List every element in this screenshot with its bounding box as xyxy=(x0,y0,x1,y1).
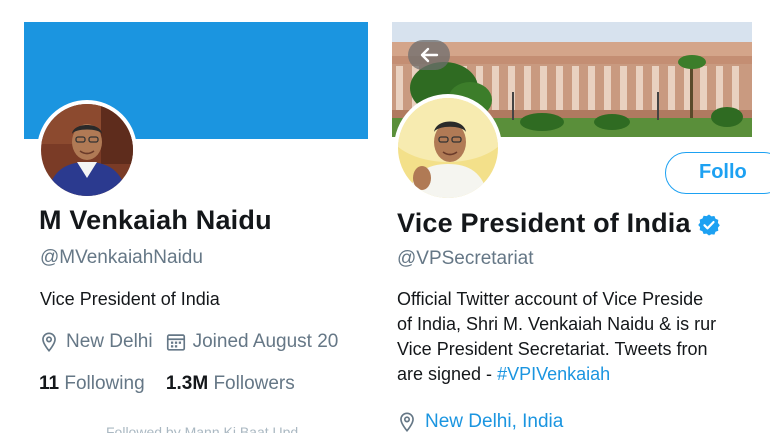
bio-text: are signed - xyxy=(397,364,498,384)
location-pin-icon xyxy=(42,332,56,352)
hashtag-link[interactable]: #VPIVenkaiah xyxy=(497,364,610,384)
profile-meta-row: New Delhi Joined August 20 xyxy=(38,331,338,353)
bio-line: Vice President Secretariat. Tweets fron xyxy=(397,339,708,359)
profile-handle: @VPSecretariat xyxy=(397,248,534,269)
follow-button[interactable]: Follo xyxy=(665,152,770,194)
profile-panel-official: Follo Vice President of India @VPSecreta… xyxy=(380,0,770,433)
calendar-icon xyxy=(166,334,185,351)
following-link[interactable]: 11 Following xyxy=(39,373,145,394)
profile-stats: 11 Following 1.3M Followers xyxy=(39,373,295,395)
profile-name-row: Vice President of India xyxy=(397,208,721,239)
back-arrow-icon xyxy=(420,47,439,63)
screenshot-stage: M Venkaiah Naidu @MVenkaiahNaidu Vice Pr… xyxy=(0,0,770,433)
profile-location[interactable]: New Delhi, India xyxy=(425,411,563,433)
profile-bio: Vice President of India xyxy=(40,289,220,309)
profile-bio: Official Twitter account of Vice Preside… xyxy=(397,287,716,387)
following-label: Following xyxy=(64,373,145,394)
profile-name: Vice President of India xyxy=(397,208,691,238)
profile-handle: @MVenkaiahNaidu xyxy=(40,247,203,268)
following-count: 11 xyxy=(39,373,60,394)
profile-meta-row: New Delhi, India xyxy=(396,411,563,433)
bio-line: of India, Shri M. Venkaiah Naidu & is ru… xyxy=(397,314,717,334)
verified-badge-icon xyxy=(697,214,720,236)
followers-label: Followers xyxy=(213,373,295,394)
profile-name: M Venkaiah Naidu xyxy=(39,205,272,235)
back-button[interactable] xyxy=(408,40,450,70)
followed-by-text[interactable]: Followed by Mann Ki Baat Upd xyxy=(106,424,298,433)
profile-avatar[interactable] xyxy=(37,100,137,200)
location-pin-icon xyxy=(400,412,414,432)
profile-joined: Joined August 20 xyxy=(192,331,339,352)
followers-link[interactable]: 1.3M Followers xyxy=(166,373,295,394)
avatar-photo xyxy=(398,98,498,198)
bio-line-last: are signed - #VPIVenkaiah xyxy=(397,362,716,387)
profile-location: New Delhi xyxy=(66,331,153,352)
followers-count: 1.3M xyxy=(165,373,209,394)
profile-avatar[interactable] xyxy=(394,94,502,202)
profile-panel-personal: M Venkaiah Naidu @MVenkaiahNaidu Vice Pr… xyxy=(0,0,380,433)
bio-line: Official Twitter account of Vice Preside xyxy=(397,289,704,309)
avatar-photo xyxy=(41,104,133,196)
